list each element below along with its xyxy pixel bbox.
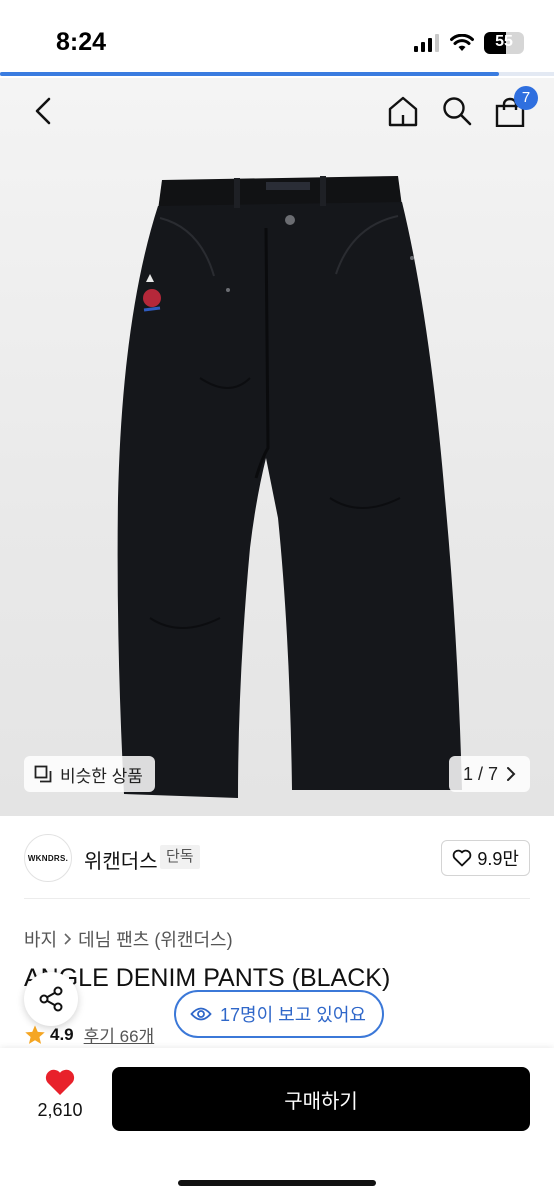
- status-icons: 55: [414, 32, 524, 54]
- home-icon: [388, 96, 418, 127]
- search-button[interactable]: [440, 94, 474, 128]
- viewers-count-label: 17명이 보고 있어요: [220, 1005, 366, 1025]
- home-button[interactable]: [386, 94, 420, 128]
- similar-products-button[interactable]: 비슷한 상품: [24, 756, 155, 792]
- page-load-progress: [0, 72, 554, 76]
- home-indicator: [178, 1180, 376, 1186]
- brand-name[interactable]: 위캔더스: [84, 845, 158, 874]
- chevron-right-icon: [64, 933, 72, 945]
- buy-button[interactable]: 구매하기: [112, 1067, 530, 1131]
- status-time: 8:24: [56, 28, 107, 56]
- rating-row: 4.9 후기 66개: [24, 1022, 154, 1047]
- back-button[interactable]: [28, 96, 58, 126]
- wifi-icon: [450, 34, 474, 51]
- heart-filled-icon: [45, 1069, 75, 1095]
- eye-icon: [190, 1007, 212, 1021]
- star-icon: [25, 1024, 45, 1044]
- viewers-count-pill: 17명이 보고 있어요: [174, 990, 384, 1038]
- battery-level: 55: [495, 33, 513, 50]
- wishlist-button[interactable]: 2,610: [30, 1068, 90, 1121]
- battery-indicator: 55: [484, 32, 524, 54]
- breadcrumb: 바지 데님 팬츠 (위캔더스): [24, 926, 233, 952]
- product-photo-jeans: [117, 176, 462, 798]
- signal-icon: [414, 34, 439, 52]
- exclusive-badge: 단독: [160, 845, 200, 869]
- product-image-gallery[interactable]: 7: [0, 78, 554, 816]
- status-bar: 8:24 55: [0, 0, 554, 74]
- wishlist-count: 2,610: [37, 1100, 83, 1120]
- heart-outline-icon: [453, 849, 472, 867]
- brand-like-count: 9.9만: [477, 849, 519, 869]
- gallery-page-counter-text: 1 / 7: [462, 763, 498, 784]
- search-icon: [443, 97, 472, 126]
- breadcrumb-item-category[interactable]: 바지: [24, 926, 57, 952]
- reviews-link[interactable]: 후기 66개: [84, 1022, 155, 1047]
- similar-icon: [34, 765, 52, 783]
- share-icon: [39, 986, 63, 1012]
- product-title: ANGLE DENIM PANTS (BLACK): [24, 964, 391, 992]
- similar-products-label: 비슷한 상품: [60, 766, 143, 786]
- brand-like-button[interactable]: 9.9만: [441, 840, 530, 876]
- rating-score: 4.9: [50, 1024, 74, 1044]
- chevron-right-icon: [507, 767, 516, 781]
- breadcrumb-item-subcategory[interactable]: 데님 팬츠 (위캔더스): [78, 926, 232, 952]
- page-load-progress-fill: [0, 72, 499, 76]
- brand-logo[interactable]: WKNDRS.: [24, 834, 72, 882]
- share-button[interactable]: [24, 972, 78, 1026]
- back-icon: [35, 97, 51, 125]
- divider: [24, 898, 530, 899]
- cart-button[interactable]: 7: [494, 86, 538, 128]
- cart-count-badge: 7: [514, 86, 538, 110]
- gallery-page-counter[interactable]: 1 / 7: [448, 756, 530, 792]
